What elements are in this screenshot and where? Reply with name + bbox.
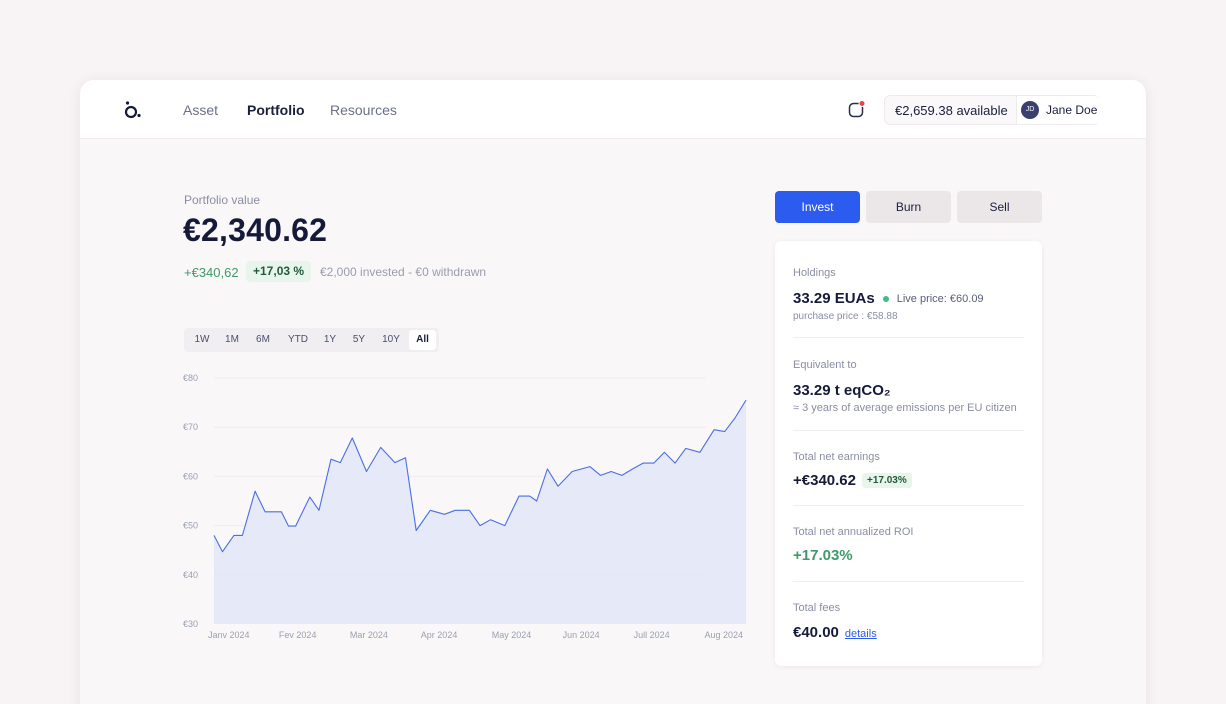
- burn-button[interactable]: Burn: [866, 191, 951, 223]
- period-1m[interactable]: 1M: [220, 330, 244, 350]
- y-tick-label: €30: [183, 619, 198, 629]
- x-tick-label: Fev 2024: [279, 630, 317, 640]
- period-1w[interactable]: 1W: [190, 330, 214, 350]
- gain-percent-badge: +17,03 %: [246, 261, 312, 282]
- divider: [793, 337, 1024, 338]
- x-tick-label: Jun 2024: [563, 630, 600, 640]
- holdings-label: Holdings: [793, 267, 836, 279]
- y-tick-label: €60: [183, 471, 198, 481]
- portfolio-chart: €80 €70 €60 €50 €40 €30 Janv 2024 Fev 2024 Mar 2…: [183, 373, 747, 640]
- holdings-value: 33.29 EUAs: [793, 290, 875, 307]
- fees-label: Total fees: [793, 602, 841, 614]
- brand-logo-icon[interactable]: [123, 100, 143, 120]
- y-tick-label: €40: [183, 570, 198, 580]
- avatar: JD: [1021, 101, 1039, 119]
- app-window: Asset Portfolio Resources €2,659.38 avai…: [80, 80, 1146, 704]
- earnings-value: +€340.62: [793, 472, 856, 489]
- holdings-section: Holdings 33.29 EUAs Live price: €60.09 p…: [793, 267, 1024, 322]
- y-tick-label: €50: [183, 521, 198, 531]
- period-ytd[interactable]: YTD: [283, 330, 313, 350]
- period-5y[interactable]: 5Y: [348, 330, 370, 350]
- earnings-percent-badge: +17.03%: [861, 473, 912, 488]
- portfolio-value: €2,340.62: [183, 212, 328, 248]
- portfolio-gain: +€340,62: [184, 265, 239, 280]
- top-nav-bar: Asset Portfolio Resources €2,659.38 avai…: [80, 80, 1146, 139]
- roi-value: +17.03%: [793, 547, 853, 564]
- period-6m[interactable]: 6M: [251, 330, 275, 350]
- portfolio-value-label: Portfolio value: [184, 193, 261, 207]
- notification-icon[interactable]: [848, 100, 866, 120]
- sell-button[interactable]: Sell: [957, 191, 1042, 223]
- invested-withdrawn-note: €2,000 invested - €0 withdrawn: [320, 265, 487, 279]
- equivalent-section: Equivalent to 33.29 t eqCO₂ ≈ 3 years of…: [793, 359, 1024, 414]
- portfolio-summary-card: Holdings 33.29 EUAs Live price: €60.09 p…: [775, 241, 1042, 666]
- x-tick-label: Aug 2024: [705, 630, 744, 640]
- period-10y[interactable]: 10Y: [376, 330, 406, 350]
- live-price: Live price: €60.09: [896, 292, 984, 305]
- account-widget: €2,659.38 available JD Jane Doe: [884, 95, 1101, 125]
- fees-details-link[interactable]: details: [845, 628, 877, 640]
- period-all[interactable]: All: [409, 330, 436, 350]
- x-tick-label: Mar 2024: [350, 630, 388, 640]
- period-selector: 1W 1M 6M YTD 1Y 5Y 10Y All: [184, 328, 439, 352]
- divider: [793, 430, 1024, 431]
- live-indicator-icon: [882, 295, 889, 302]
- nav-asset[interactable]: Asset: [183, 102, 218, 118]
- x-tick-label: May 2024: [492, 630, 532, 640]
- divider: [793, 581, 1024, 582]
- y-tick-label: €80: [183, 373, 198, 383]
- y-tick-label: €70: [183, 422, 198, 432]
- earnings-section: Total net earnings +€340.62 +17.03%: [793, 451, 1024, 489]
- fees-section: Total fees €40.00 details: [793, 602, 1024, 641]
- purchase-price: purchase price : €58.88: [793, 311, 898, 322]
- equivalent-label: Equivalent to: [793, 359, 857, 371]
- divider: [793, 505, 1024, 506]
- roi-label: Total net annualized ROI: [793, 526, 914, 538]
- nav-resources[interactable]: Resources: [330, 102, 397, 118]
- invest-button[interactable]: Invest: [775, 191, 860, 223]
- equivalent-value: 33.29 t eqCO₂: [793, 382, 891, 399]
- user-name: Jane Doe: [1046, 103, 1098, 117]
- x-tick-label: Janv 2024: [208, 630, 250, 640]
- user-menu[interactable]: JD Jane Doe: [1016, 96, 1101, 124]
- earnings-label: Total net earnings: [793, 451, 880, 463]
- x-tick-label: Jull 2024: [634, 630, 670, 640]
- available-balance: €2,659.38 available: [895, 103, 1008, 118]
- nav-portfolio[interactable]: Portfolio: [247, 102, 305, 118]
- roi-section: Total net annualized ROI +17.03%: [793, 526, 1024, 564]
- equivalent-note: ≈ 3 years of average emissions per EU ci…: [793, 402, 1017, 414]
- series-area: [214, 400, 746, 624]
- fees-value: €40.00: [793, 624, 839, 641]
- period-1y[interactable]: 1Y: [319, 330, 341, 350]
- x-tick-label: Apr 2024: [421, 630, 458, 640]
